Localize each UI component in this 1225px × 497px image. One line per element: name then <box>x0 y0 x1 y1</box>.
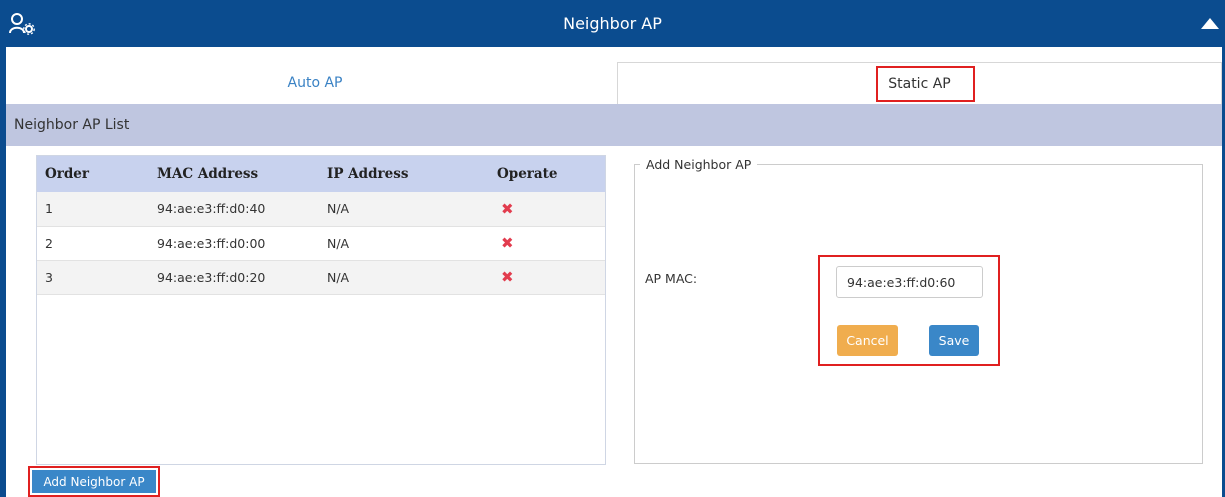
column-header-ip: IP Address <box>327 166 409 182</box>
add-neighbor-ap-button[interactable]: Add Neighbor AP <box>32 470 156 493</box>
cell-operate: ✖ <box>497 192 605 226</box>
neighbor-ap-table: Order MAC Address IP Address Operate 1 9… <box>37 156 605 295</box>
cell-order: 3 <box>45 269 53 285</box>
table-row: 1 94:ae:e3:ff:d0:40 N/A ✖ <box>37 192 605 226</box>
tab-bar: Auto AP Static AP <box>6 62 1222 104</box>
table-row: 2 94:ae:e3:ff:d0:00 N/A ✖ <box>37 226 605 260</box>
neighbor-ap-list-panel: Order MAC Address IP Address Operate 1 9… <box>36 155 606 465</box>
column-header-mac: MAC Address <box>157 166 259 182</box>
cell-mac: 94:ae:e3:ff:d0:40 <box>157 201 266 217</box>
add-button-highlight-box: Add Neighbor AP <box>28 466 160 497</box>
cancel-button[interactable]: Cancel <box>837 325 898 356</box>
cell-mac: 94:ae:e3:ff:d0:20 <box>157 269 266 285</box>
tab-highlight-box <box>876 66 975 102</box>
table-header-row: Order MAC Address IP Address Operate <box>37 156 605 192</box>
delete-x-icon[interactable]: ✖ <box>497 234 514 252</box>
ap-mac-input[interactable] <box>836 266 983 298</box>
cell-operate: ✖ <box>497 260 605 294</box>
ap-mac-label: AP MAC: <box>645 271 698 286</box>
cell-ip: N/A <box>327 235 350 251</box>
cell-ip: N/A <box>327 201 350 217</box>
title-bar: Neighbor AP <box>0 0 1225 47</box>
save-button[interactable]: Save <box>929 325 979 356</box>
tab-auto-ap[interactable]: Auto AP <box>20 62 610 104</box>
column-header-order: Order <box>45 166 90 182</box>
cell-order: 2 <box>45 235 53 251</box>
cell-operate: ✖ <box>497 226 605 260</box>
section-header: Neighbor AP List <box>6 104 1222 146</box>
cell-mac: 94:ae:e3:ff:d0:00 <box>157 235 266 251</box>
page-title: Neighbor AP <box>563 14 662 33</box>
table-row: 3 94:ae:e3:ff:d0:20 N/A ✖ <box>37 260 605 294</box>
delete-x-icon[interactable]: ✖ <box>497 200 514 218</box>
cell-order: 1 <box>45 201 53 217</box>
column-header-operate: Operate <box>497 166 558 182</box>
tab-static-ap[interactable]: Static AP <box>617 62 1222 104</box>
fieldset-legend: Add Neighbor AP <box>640 157 758 172</box>
triangle-up-icon[interactable] <box>1201 18 1219 29</box>
cell-ip: N/A <box>327 269 350 285</box>
delete-x-icon[interactable]: ✖ <box>497 268 514 286</box>
